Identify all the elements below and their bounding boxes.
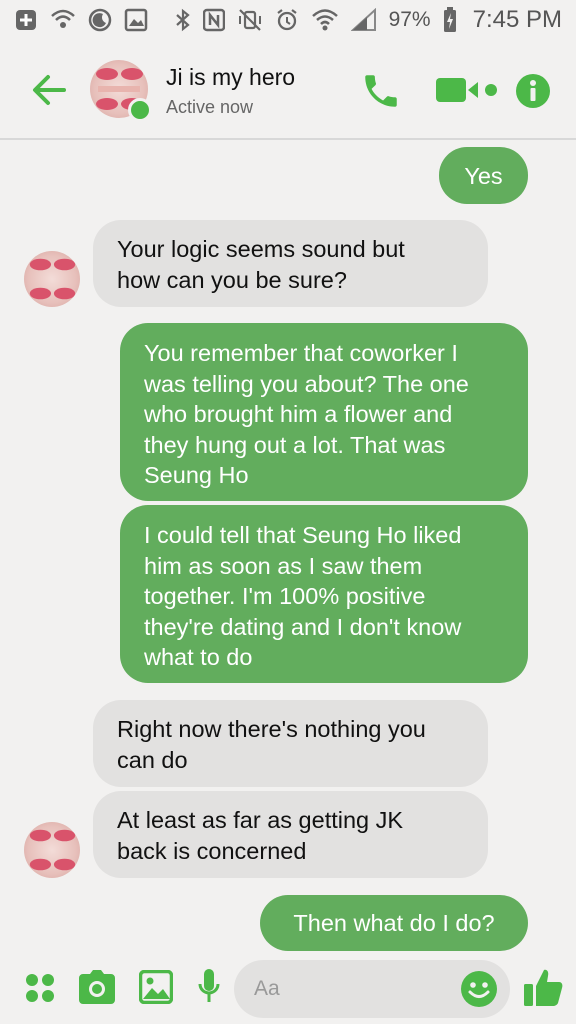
image-icon: [138, 969, 174, 1005]
message-line: how can you be sure?: [117, 266, 347, 293]
smiley-icon: [461, 971, 497, 1007]
sender-avatar[interactable]: [24, 251, 80, 307]
video-call-button[interactable]: [436, 74, 500, 111]
battery-percent: 97%: [388, 8, 431, 31]
add-box-icon: [14, 8, 38, 32]
message-line: was telling you about? The one: [144, 370, 469, 397]
message-line: together. I'm 100% positive: [144, 583, 426, 609]
message-line: can do: [117, 746, 188, 773]
nfc-icon: [202, 8, 225, 32]
clock: 7:45 PM: [472, 6, 562, 33]
message-bubble-incoming[interactable]: Right now there's nothing you can do: [93, 700, 488, 787]
status-bar: 97% 7:45 PM: [0, 0, 576, 40]
message-text: Yes: [464, 163, 503, 189]
message-composer: Aa: [0, 956, 576, 1024]
wifi-icon: [311, 8, 339, 32]
alarm-icon: [275, 8, 299, 32]
camera-icon: [79, 970, 115, 1004]
message-bubble-outgoing[interactable]: I could tell that Seung Ho liked him as …: [120, 505, 528, 683]
gallery-button[interactable]: [138, 969, 174, 1009]
bluetooth-icon: [175, 8, 191, 32]
battery-charging-icon: [443, 7, 457, 33]
sender-avatar[interactable]: [24, 822, 80, 878]
message-line: Seung Ho: [144, 462, 249, 488]
back-button[interactable]: [28, 68, 72, 112]
camera-button[interactable]: [79, 970, 115, 1009]
message-line: they're dating and I don't know: [144, 613, 462, 640]
message-bubble-incoming[interactable]: Your logic seems sound but how can you b…: [93, 220, 488, 307]
message-line: back is concerned: [117, 837, 307, 864]
message-line: At least as far as getting JK: [117, 807, 404, 833]
message-line: who brought him a flower and: [144, 401, 453, 427]
contact-name[interactable]: Ji is my hero: [166, 64, 295, 91]
contact-avatar[interactable]: [90, 60, 152, 122]
message-line: him as soon as I saw them: [144, 552, 423, 579]
message-bubble-outgoing[interactable]: Yes: [439, 147, 528, 204]
message-bubble-incoming[interactable]: At least as far as getting JK back is co…: [93, 791, 488, 878]
thumbs-up-icon: [524, 969, 563, 1006]
do-not-disturb-icon: [88, 8, 112, 32]
active-status: Active now: [166, 97, 254, 117]
message-line: Right now there's nothing you: [117, 716, 426, 742]
message-line: I could tell that Seung Ho liked: [144, 522, 462, 548]
message-line: what to do: [144, 644, 253, 670]
conversation-header: Ji is my hero Active now: [0, 44, 576, 140]
like-button[interactable]: [522, 966, 564, 1013]
apps-grid-icon: [26, 974, 54, 1002]
phone-icon: [365, 75, 397, 107]
more-actions-button[interactable]: [24, 972, 56, 1009]
cell-signal-icon: [350, 8, 377, 32]
message-input[interactable]: Aa: [234, 960, 510, 1018]
video-camera-icon: [436, 78, 497, 102]
online-status-dot: [128, 98, 152, 122]
message-line: they hung out a lot. That was: [144, 431, 446, 458]
message-bubble-outgoing[interactable]: Then what do I do?: [260, 895, 528, 951]
emoji-button[interactable]: [460, 970, 498, 1013]
message-input-placeholder: Aa: [254, 977, 280, 1000]
message-line: You remember that coworker I: [144, 340, 458, 366]
voice-call-button[interactable]: [360, 70, 402, 117]
image-icon: [124, 8, 148, 32]
message-text: Then what do I do?: [293, 910, 495, 936]
message-line: Your logic seems sound but: [117, 236, 405, 262]
message-bubble-outgoing[interactable]: You remember that coworker I was telling…: [120, 323, 528, 501]
wifi-call-icon: [50, 8, 76, 32]
microphone-icon: [198, 969, 220, 1002]
voice-message-button[interactable]: [198, 968, 220, 1011]
arrow-left-icon: [33, 75, 66, 105]
info-button[interactable]: [514, 72, 552, 115]
info-icon: [516, 74, 550, 108]
vibrate-mute-icon: [237, 8, 263, 32]
